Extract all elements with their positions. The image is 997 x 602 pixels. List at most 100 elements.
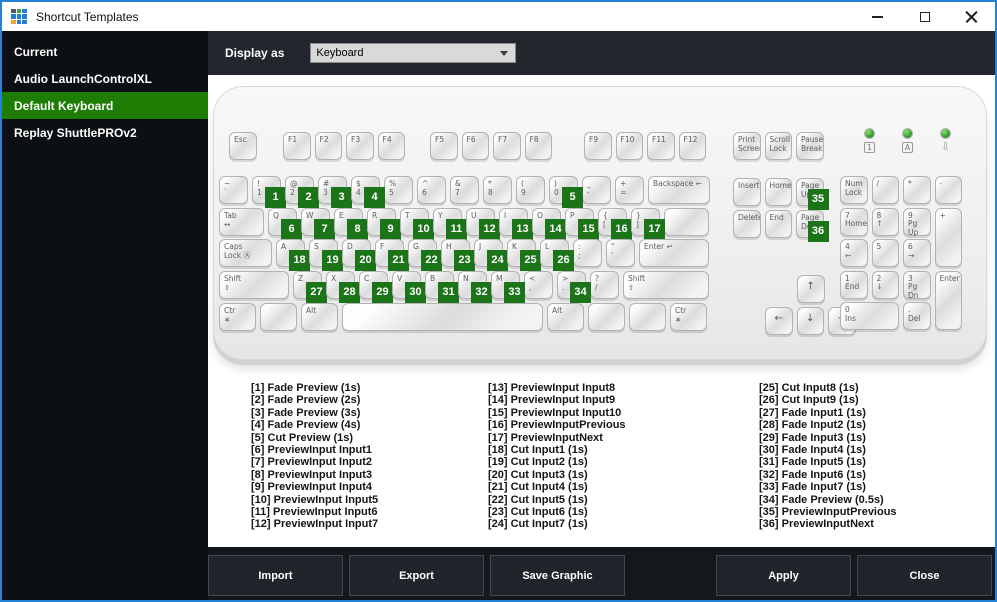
key-num-lock: Num Lock: [840, 176, 868, 204]
legend-entry: [34] Fade Preview (0.5s): [759, 493, 884, 506]
app-icon-square: [11, 8, 16, 14]
footer-right-buttons: Apply Close: [716, 555, 992, 596]
key-esc: Esc: [229, 132, 257, 160]
key-label: 8 ↑: [876, 210, 883, 228]
sidebar-item-replay-shuttleprov2[interactable]: Replay ShuttlePROv2: [2, 119, 208, 146]
window-body: Current Audio LaunchControlXL Default Keyb…: [2, 31, 995, 600]
key-label: Enter ↵: [644, 242, 673, 251]
app-icon-square: [22, 8, 27, 14]
shortcut-badge-2: 2: [298, 187, 319, 208]
key-3: # 33: [318, 176, 352, 208]
shortcut-badge-16: 16: [611, 219, 632, 240]
key-label: [665, 209, 708, 212]
key-5: % 5: [384, 176, 413, 204]
legend-entry: [18] Cut Input1 (1s): [488, 444, 588, 457]
key-label: 3 Pg Dn: [908, 273, 919, 300]
key-f9: F9: [584, 132, 612, 160]
key-alt: Alt: [301, 303, 338, 331]
key-label: Print Screen: [738, 135, 760, 153]
close-button[interactable]: Close: [857, 555, 992, 596]
key-blank: [629, 303, 666, 331]
key-label: : ;: [578, 242, 581, 260]
shortcut-badge-10: 10: [413, 219, 434, 240]
key-blank: *: [903, 176, 931, 204]
keyboard-preview-area: Esc F1 F2 F3 F4 F5 F6 F7 F8 F9 F10 F11 F12 ~ ` ! 1 1 @ 2…: [208, 75, 995, 547]
key-0: ) 05: [549, 176, 583, 208]
key-blank: < ,: [524, 271, 553, 299]
shortcut-badge-36: 36: [807, 221, 829, 242]
legend-entry: [28] Fade Input2 (1s): [759, 419, 866, 432]
key-p: P 15: [565, 208, 599, 240]
shortcut-badge-9: 9: [380, 219, 401, 240]
legend-entry: [8] PreviewInput Input3: [251, 468, 373, 481]
key-label: ~ `: [224, 179, 231, 197]
key-t: T 10: [400, 208, 434, 240]
legend-entry: [25] Cut Input8 (1s): [759, 382, 859, 394]
shortcut-badge-33: 33: [504, 282, 525, 303]
key-w: W7: [301, 208, 335, 240]
key-label: Backspace ←: [653, 179, 702, 188]
key-blank: : ;: [573, 239, 602, 267]
key-blank: ↓: [796, 307, 824, 335]
key-label: F6: [466, 135, 476, 144]
key-n: N 32: [458, 271, 492, 303]
import-button[interactable]: Import: [208, 555, 343, 596]
key-z: Z 27: [293, 271, 327, 303]
key-label: ( 9: [521, 179, 526, 197]
content-area: Display as Keyboard Esc F1 F2 F3 F4 F5 F6 F7 F8 F…: [208, 31, 995, 600]
shortcut-badge-31: 31: [438, 282, 459, 303]
key-group: ↑: [797, 275, 829, 303]
top-bar: Display as Keyboard: [208, 31, 995, 75]
key-label: F12: [683, 135, 698, 144]
minimize-button[interactable]: [854, 2, 901, 31]
shortcut-badge-13: 13: [512, 219, 533, 240]
key-v: V 30: [392, 271, 426, 303]
key-label: _ -: [587, 179, 591, 197]
key-label: Caps Lock Ⓐ: [224, 242, 251, 260]
key-label: F8: [529, 135, 539, 144]
export-button[interactable]: Export: [349, 555, 484, 596]
key-label: Shift ⇧: [224, 274, 242, 292]
legend-entry: [22] Cut Input5 (1s): [488, 493, 588, 506]
shortcut-badge-21: 21: [388, 250, 409, 271]
apply-button[interactable]: Apply: [716, 555, 851, 596]
key-blank: [588, 303, 625, 331]
close-button[interactable]: [948, 2, 995, 31]
key-8: 8 ↑: [871, 207, 899, 236]
caps-lock-led: A: [895, 129, 920, 153]
key-label: 9 Pg Up: [908, 210, 919, 237]
display-as-dropdown[interactable]: Keyboard: [310, 43, 517, 63]
key-caps-lock: Caps Lock Ⓐ: [219, 239, 272, 267]
app-icon-square: [22, 14, 27, 19]
key-label: F1: [288, 135, 298, 144]
key-blank: [664, 208, 709, 236]
legend-entry: [6] PreviewInput Input1: [251, 444, 373, 457]
save-graphic-button[interactable]: Save Graphic: [490, 555, 625, 596]
key-4: 4 ←: [840, 239, 868, 267]
sidebar-item-current[interactable]: Current: [2, 38, 208, 65]
legend-entry: [35] PreviewInputPrevious: [759, 506, 897, 519]
key-r: R9: [367, 208, 401, 240]
key-label: Pause Break: [801, 135, 823, 153]
shortcut-badge-8: 8: [347, 219, 368, 240]
key-label: Esc: [234, 135, 247, 144]
key-group: F9 F10 F11 F12: [584, 132, 710, 160]
sidebar-item-default-keyboard[interactable]: Default Keyboard: [2, 92, 208, 119]
scroll-lock-led-icon: ⇩: [940, 140, 951, 153]
key-label: Insert: [738, 181, 760, 190]
key-print-screen: Print Screen: [733, 132, 761, 160]
key-blank: + =: [615, 176, 644, 204]
app-icon-square: [16, 14, 22, 19]
legend-entry: [14] PreviewInput Input9: [488, 394, 616, 407]
key-f6: F6: [461, 132, 489, 160]
shortcut-badge-19: 19: [322, 250, 343, 271]
legend-entry: [26] Cut Input9 (1s): [759, 394, 859, 407]
sidebar-item-audio-launchcontrolxl[interactable]: Audio LaunchControlXL: [2, 65, 208, 92]
key-label: Delete: [738, 213, 760, 222]
key-s: S 19: [309, 239, 343, 271]
key-delete: Delete: [733, 210, 761, 238]
shortcut-badge-15: 15: [578, 219, 599, 240]
key-1: ! 11: [252, 176, 286, 208]
key-label: F4: [382, 135, 392, 144]
maximize-button[interactable]: [901, 2, 948, 31]
